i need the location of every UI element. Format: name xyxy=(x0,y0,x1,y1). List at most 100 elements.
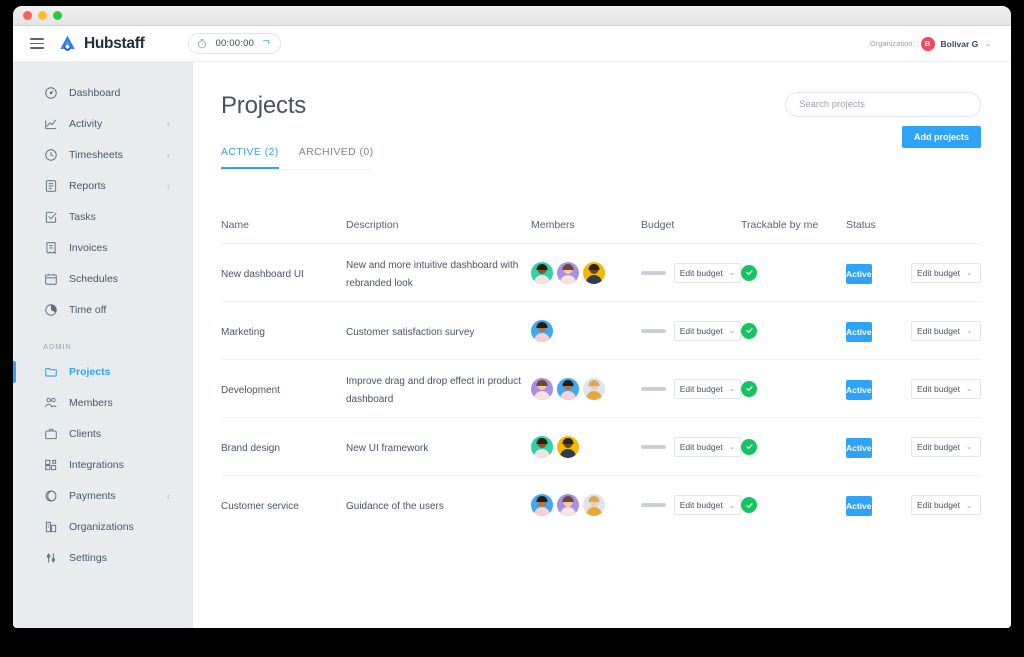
avatar[interactable] xyxy=(531,319,553,342)
browser-window: Hubstaff 00:00:00 Organization: B Boliva… xyxy=(13,6,1011,628)
project-name[interactable]: Development xyxy=(221,385,280,396)
chevron-down-icon: ⌄ xyxy=(728,500,735,510)
project-name[interactable]: Customer service xyxy=(221,501,299,512)
row-action-dropdown[interactable]: Edit budget ⌄ xyxy=(911,436,981,457)
edit-budget-dropdown[interactable]: Edit budget ⌄ xyxy=(673,320,741,341)
edit-budget-dropdown[interactable]: Edit budget ⌄ xyxy=(673,262,741,283)
sidebar-item-clients[interactable]: Clients xyxy=(13,419,192,449)
status-badge[interactable]: Active xyxy=(846,263,872,284)
avatar[interactable] xyxy=(583,494,605,516)
sidebar-item-timesheets[interactable]: Timesheets ‹ xyxy=(13,140,192,170)
sidebar-item-reports[interactable]: Reports ‹ xyxy=(13,171,192,201)
people-icon xyxy=(43,396,58,411)
trackable-check-icon[interactable] xyxy=(741,497,757,513)
avatar[interactable] xyxy=(531,435,553,458)
project-name[interactable]: New dashboard UI xyxy=(221,269,304,280)
table-row[interactable]: Brand design New UI framework Edit budge… xyxy=(221,418,981,476)
avatar[interactable] xyxy=(557,377,579,400)
sidebar-item-invoices[interactable]: Invoices xyxy=(13,233,192,263)
avatar[interactable] xyxy=(583,261,605,284)
hamburger-menu-icon[interactable] xyxy=(30,38,44,49)
tab-active[interactable]: ACTIVE (2) xyxy=(221,146,279,169)
sidebar-item-members[interactable]: Members xyxy=(13,388,192,418)
chevron-down-icon: ⌄ xyxy=(966,384,973,393)
budget-cell: Edit budget ⌄ xyxy=(641,320,741,341)
avatar[interactable] xyxy=(557,494,579,516)
brand-name: Hubstaff xyxy=(84,34,145,52)
sidebar-item-payments[interactable]: Payments ‹ xyxy=(13,481,192,511)
edit-budget-dropdown[interactable]: Edit budget ⌄ xyxy=(673,495,741,515)
chevron-right-icon[interactable]: ‹ xyxy=(167,150,170,160)
window-maximize-button[interactable] xyxy=(53,11,62,20)
row-action-dropdown[interactable]: Edit budget ⌄ xyxy=(911,262,981,283)
sidebar-item-time-off[interactable]: Time off xyxy=(13,295,192,325)
projects-table: Name Description Members Budget Trackabl… xyxy=(221,206,981,534)
search-input[interactable] xyxy=(799,99,967,110)
avatar[interactable] xyxy=(557,261,579,284)
tab-archived[interactable]: ARCHIVED (0) xyxy=(299,146,374,169)
status-badge[interactable]: Active xyxy=(846,379,872,400)
sidebar-item-dashboard[interactable]: Dashboard xyxy=(13,78,192,108)
stopwatch-icon xyxy=(198,38,207,49)
project-tabs: ACTIVE (2) ARCHIVED (0) xyxy=(221,146,374,170)
sidebar-item-settings[interactable]: Settings xyxy=(13,543,192,573)
add-projects-button[interactable]: Add projects xyxy=(901,126,981,148)
sidebar-item-label: Activity xyxy=(69,118,103,130)
avatar[interactable] xyxy=(531,494,553,516)
budget-cell: Edit budget ⌄ xyxy=(641,262,741,283)
calendar-icon xyxy=(43,272,58,287)
avatar[interactable] xyxy=(583,377,605,400)
sidebar-item-organizations[interactable]: Organizations xyxy=(13,512,192,542)
trackable-check-icon[interactable] xyxy=(741,264,757,281)
chevron-down-icon: ⌄ xyxy=(966,326,973,335)
report-icon xyxy=(43,179,58,194)
edit-budget-dropdown[interactable]: Edit budget ⌄ xyxy=(673,378,741,399)
sidebar-item-label: Members xyxy=(69,397,113,409)
window-minimize-button[interactable] xyxy=(38,11,47,20)
sidebar-item-schedules[interactable]: Schedules xyxy=(13,264,192,294)
sidebar-item-activity[interactable]: Activity ‹ xyxy=(13,109,192,139)
row-action-dropdown[interactable]: Edit budget ⌄ xyxy=(911,495,981,515)
chevron-right-icon[interactable]: ‹ xyxy=(167,491,170,501)
status-badge[interactable]: Active xyxy=(846,437,872,458)
organization-switcher[interactable]: Organization: B Bolivar G ⌄ xyxy=(870,36,991,51)
sidebar-item-label: Projects xyxy=(69,366,111,378)
avatar[interactable] xyxy=(531,261,553,284)
edit-budget-dropdown[interactable]: Edit budget ⌄ xyxy=(673,436,741,457)
start-timer-icon[interactable] xyxy=(262,39,271,48)
sidebar-item-projects[interactable]: Projects xyxy=(13,357,192,387)
chevron-down-icon[interactable]: ⌄ xyxy=(984,39,991,48)
chevron-down-icon: ⌄ xyxy=(966,442,973,451)
window-close-button[interactable] xyxy=(23,11,32,20)
row-action-dropdown[interactable]: Edit budget ⌄ xyxy=(911,378,981,399)
sidebar-item-integrations[interactable]: Integrations xyxy=(13,450,192,480)
timer-widget[interactable]: 00:00:00 xyxy=(188,33,282,54)
trackable-check-icon[interactable] xyxy=(741,380,757,397)
project-name[interactable]: Brand design xyxy=(221,443,280,454)
status-badge[interactable]: Active xyxy=(846,321,872,342)
table-row[interactable]: Marketing Customer satisfaction survey E… xyxy=(221,302,981,360)
project-description: New and more intuitive dashboard with re… xyxy=(346,259,519,289)
table-header-row: Name Description Members Budget Trackabl… xyxy=(221,206,981,244)
sidebar-item-label: Reports xyxy=(69,180,106,192)
table-row[interactable]: Development Improve drag and drop effect… xyxy=(221,360,981,418)
brand-logo[interactable]: Hubstaff xyxy=(58,34,145,53)
table-row[interactable]: Customer service Guidance of the users E… xyxy=(221,476,981,534)
table-row[interactable]: New dashboard UI New and more intuitive … xyxy=(221,244,981,302)
chevron-down-icon: ⌄ xyxy=(966,500,973,510)
row-action-dropdown[interactable]: Edit budget ⌄ xyxy=(911,320,981,341)
chevron-right-icon[interactable]: ‹ xyxy=(167,119,170,129)
sliders-icon xyxy=(43,551,58,566)
search-projects-box[interactable] xyxy=(785,92,981,117)
status-badge[interactable]: Active xyxy=(846,496,872,516)
avatar[interactable] xyxy=(557,435,579,458)
budget-progress-bar xyxy=(641,444,666,449)
sidebar-item-tasks[interactable]: Tasks xyxy=(13,202,192,232)
avatar[interactable] xyxy=(531,377,553,400)
hubstaff-logo-icon xyxy=(60,35,75,51)
chevron-down-icon: ⌄ xyxy=(728,268,735,277)
trackable-check-icon[interactable] xyxy=(741,322,757,339)
project-name[interactable]: Marketing xyxy=(221,327,265,338)
chevron-right-icon[interactable]: ‹ xyxy=(167,181,170,191)
trackable-check-icon[interactable] xyxy=(741,438,757,455)
